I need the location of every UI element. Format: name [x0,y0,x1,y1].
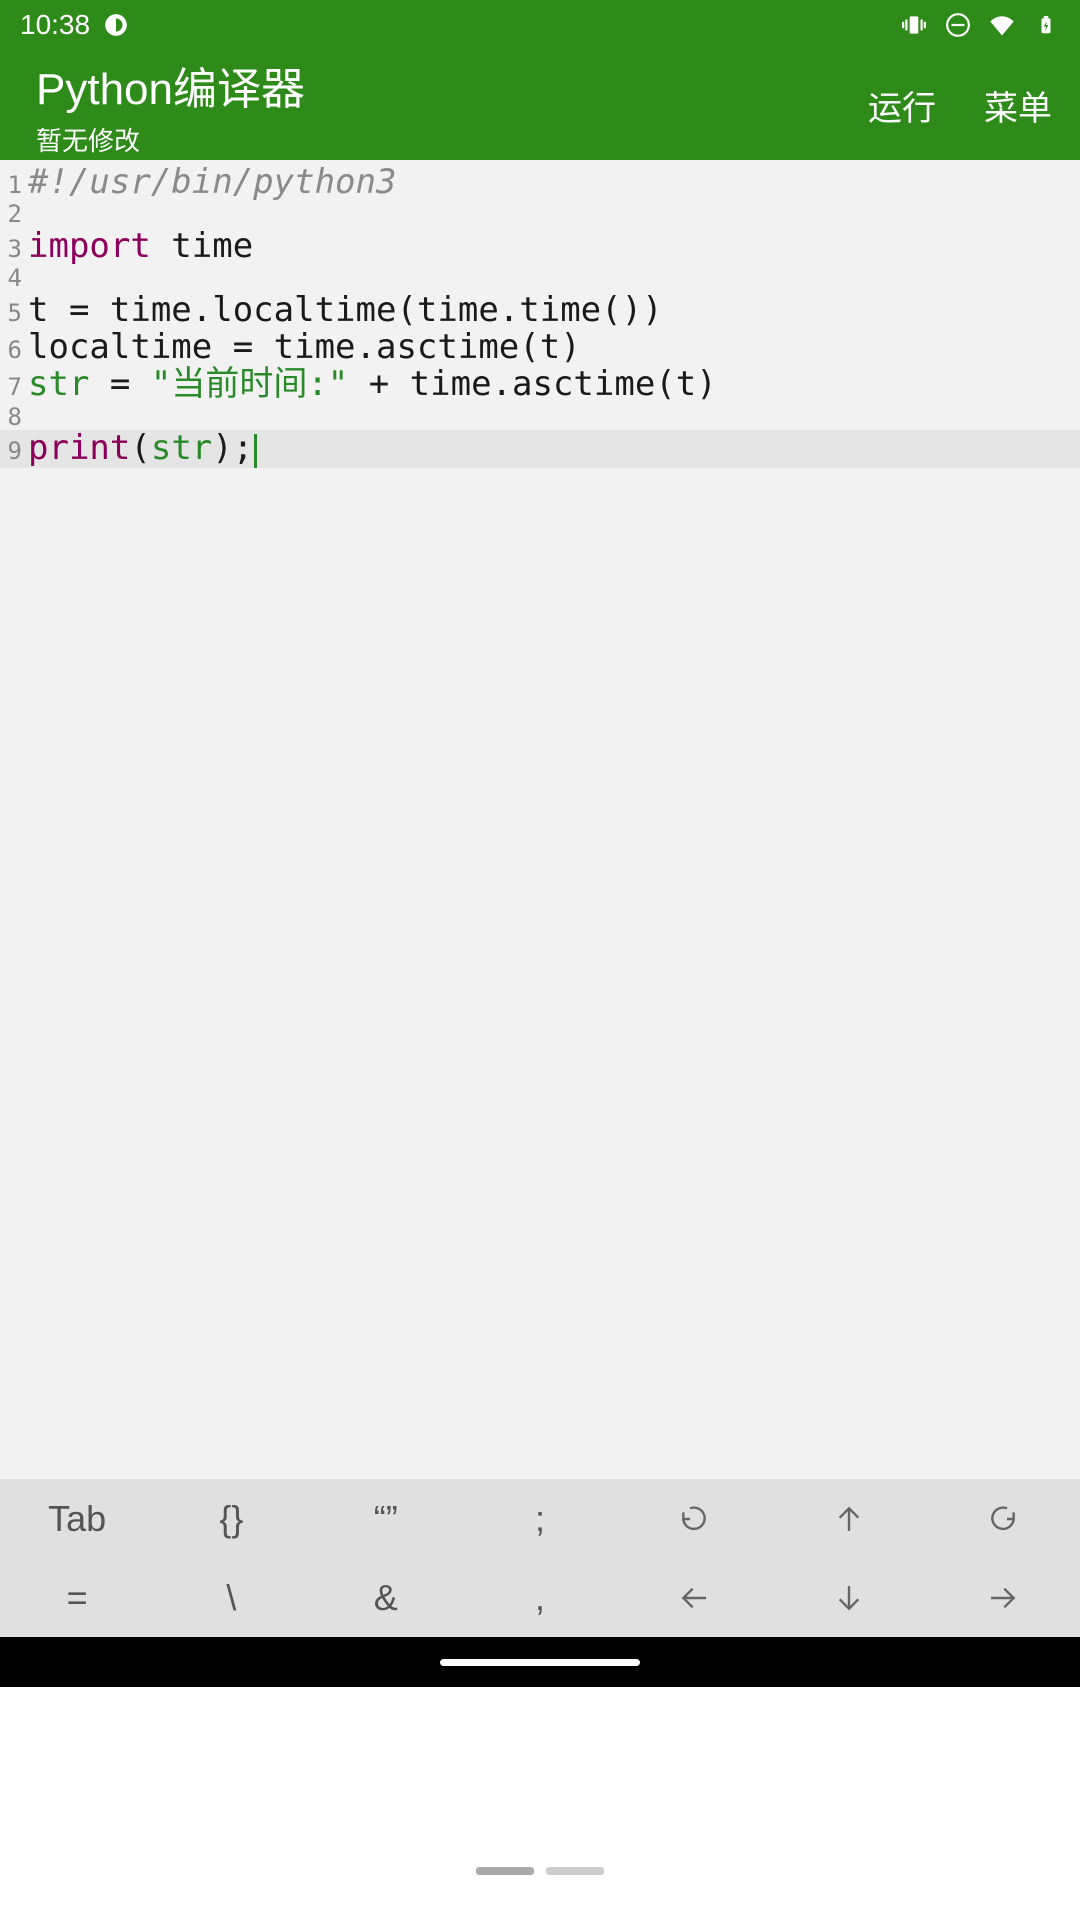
code-line[interactable]: 5t = time.localtime(time.time()) [0,292,1080,329]
key-[interactable]: {} [154,1479,308,1558]
code-editor[interactable]: 1#!/usr/bin/python323import time45t = ti… [0,160,1080,1479]
arrow-left-icon[interactable] [617,1558,771,1637]
app-title: Python编译器 [36,53,305,117]
undo-icon[interactable] [617,1479,771,1558]
code-content: str = "当前时间:" + time.asctime(t) [28,366,717,403]
app-subtitle: 暂无修改 [36,121,305,158]
code-line[interactable]: 7str = "当前时间:" + time.asctime(t) [0,366,1080,403]
line-number: 5 [0,300,28,326]
navigation-bar [0,1637,1080,1687]
code-content: #!/usr/bin/python3 [28,164,396,201]
line-number: 3 [0,236,28,262]
run-button[interactable]: 运行 [868,81,936,130]
key-[interactable]: \ [154,1558,308,1637]
line-number: 2 [0,201,28,227]
line-number: 4 [0,265,28,291]
key-[interactable]: ; [463,1479,617,1558]
cursor [254,434,257,468]
key-[interactable]: = [0,1558,154,1637]
code-line[interactable]: 4 [0,265,1080,291]
dnd-icon [944,11,972,39]
line-number: 7 [0,374,28,400]
keyboard-accessory: Tab{}“”; =\&, [0,1479,1080,1637]
app-bar: Python编译器 暂无修改 运行 菜单 [0,50,1080,160]
code-line[interactable]: 2 [0,201,1080,227]
code-content: import time [28,228,253,265]
code-line[interactable]: 3import time [0,228,1080,265]
arrow-up-icon[interactable] [771,1479,925,1558]
home-handle[interactable] [440,1659,640,1666]
code-line[interactable]: 8 [0,404,1080,430]
vibrate-icon [900,11,928,39]
menu-button[interactable]: 菜单 [984,81,1052,130]
arrow-down-icon[interactable] [771,1558,925,1637]
line-number: 6 [0,337,28,363]
code-content: print(str); [28,430,257,468]
redo-icon[interactable] [926,1479,1080,1558]
key-[interactable]: , [463,1558,617,1637]
key-[interactable]: “” [309,1479,463,1558]
key-[interactable]: & [309,1558,463,1637]
code-line[interactable]: 9print(str); [0,430,1080,468]
code-line[interactable]: 6localtime = time.asctime(t) [0,329,1080,366]
code-content: localtime = time.asctime(t) [28,329,581,366]
recent-apps-indicator [476,1867,604,1875]
wifi-icon [988,11,1016,39]
app-indicator-icon [102,11,130,39]
line-number: 9 [0,438,28,464]
arrow-right-icon[interactable] [926,1558,1080,1637]
code-line[interactable]: 1#!/usr/bin/python3 [0,164,1080,201]
line-number: 8 [0,404,28,430]
line-number: 1 [0,172,28,198]
battery-icon [1032,11,1060,39]
key-tab[interactable]: Tab [0,1479,154,1558]
status-bar: 10:38 [0,0,1080,50]
status-time: 10:38 [20,9,90,41]
code-content: t = time.localtime(time.time()) [28,292,663,329]
